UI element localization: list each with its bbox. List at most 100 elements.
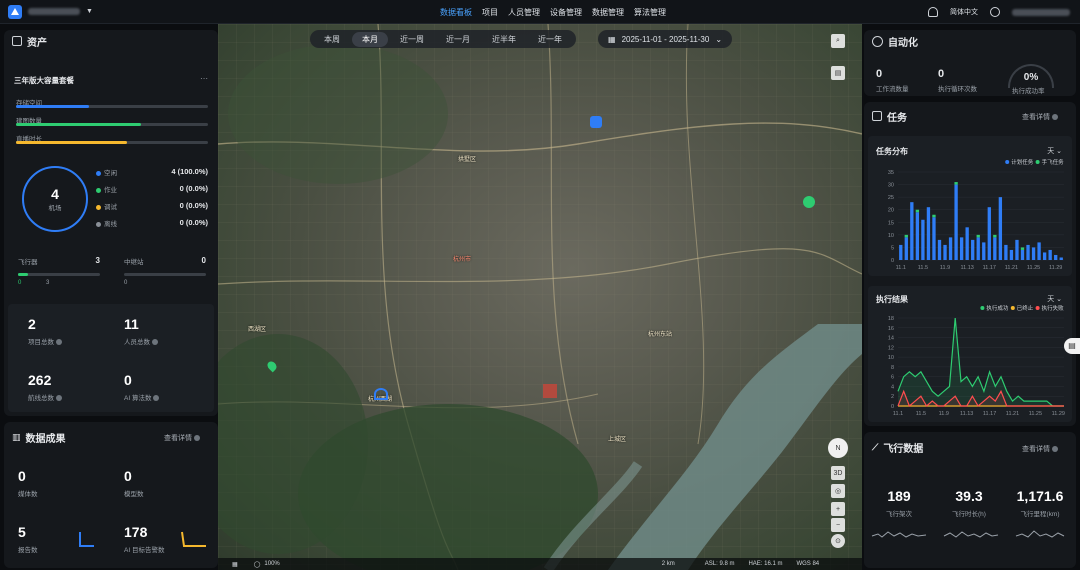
logo-icon bbox=[8, 4, 22, 19]
tab-this-week[interactable]: 本周 bbox=[314, 32, 350, 47]
storage-bar-fill bbox=[16, 105, 89, 108]
total-people: 11 人员总数 bbox=[124, 316, 158, 346]
status-row: 空闲 4 (100.0%) bbox=[96, 167, 208, 184]
airport-status-list: 空闲 4 (100.0%) 作业 0 (0.0%) 调试 0 (0.0%) 离线… bbox=[96, 167, 208, 235]
flight-panel: ⟋ 飞行数据 查看详情 189 飞行架次 39.3 飞行时长(h) 1,171.… bbox=[864, 432, 1076, 568]
grid-icon[interactable]: ▦ bbox=[232, 561, 238, 568]
user-icon[interactable] bbox=[990, 7, 1000, 17]
result-ai-alerts: 178 AI 目标告警数 bbox=[124, 524, 164, 554]
flight-value: 1,171.6 bbox=[1016, 488, 1064, 504]
bar bbox=[1009, 249, 1014, 260]
result-value: 178 bbox=[124, 524, 148, 540]
bar bbox=[1048, 249, 1052, 260]
unit-text: 天 bbox=[1047, 296, 1055, 303]
total-projects: 2 项目总数 bbox=[28, 316, 62, 346]
tab-last-week[interactable]: 近一周 bbox=[390, 32, 434, 47]
info-icon[interactable] bbox=[152, 339, 158, 346]
layers-icon[interactable]: ▤ bbox=[831, 66, 845, 80]
assets-panel: 资产 三年版大容量套餐 ⋯ 存储空间 建图数量 直播时长 4 机场 空闲 4 (… bbox=[4, 30, 218, 416]
tab-last-month[interactable]: 近一月 bbox=[436, 32, 480, 47]
zoom-out-button[interactable]: − bbox=[831, 518, 845, 532]
map-status-bar: ▦ ◯ 100% 2 km ASL: 9.8 m HAE: 16.1 m WGS… bbox=[218, 558, 862, 570]
info-icon[interactable] bbox=[153, 395, 160, 402]
date-range-picker[interactable]: ▦ 2025-11-01 - 2025-11-30 ⌄ bbox=[598, 30, 733, 48]
result-value: 5 bbox=[18, 524, 26, 540]
tab-last-half-year[interactable]: 近半年 bbox=[482, 32, 526, 47]
bar bbox=[915, 212, 920, 260]
locate-icon[interactable]: ◎ bbox=[831, 484, 845, 498]
nav-people[interactable]: 人员管理 bbox=[508, 7, 540, 18]
assets-icon bbox=[12, 36, 22, 46]
aircraft-count: 3 bbox=[95, 256, 100, 265]
tab-this-month[interactable]: 本月 bbox=[352, 31, 388, 47]
bar bbox=[1020, 247, 1025, 250]
more-icon[interactable]: ⋯ bbox=[200, 74, 208, 83]
airport-marker-icon[interactable] bbox=[374, 388, 388, 400]
flight-more-link[interactable]: 查看详情 bbox=[1022, 444, 1058, 454]
aircraft-bar bbox=[18, 273, 100, 276]
nav-algorithms[interactable]: 算法管理 bbox=[634, 7, 666, 18]
bar bbox=[1026, 244, 1030, 260]
map-label: 杭州市 bbox=[453, 257, 472, 263]
info-icon[interactable] bbox=[56, 395, 62, 402]
bar bbox=[987, 207, 991, 260]
x-tick-label: 11.1 bbox=[893, 411, 903, 417]
bar bbox=[982, 242, 986, 260]
search-icon[interactable]: ⌕ bbox=[831, 34, 845, 48]
result-unit-select[interactable]: 天 ⌄ bbox=[1047, 294, 1062, 304]
org-switcher[interactable]: ▼ bbox=[0, 4, 200, 19]
user-name-redacted[interactable] bbox=[1012, 8, 1070, 16]
language-select[interactable]: 简体中文 bbox=[950, 7, 978, 17]
zoom-in-button[interactable]: + bbox=[831, 502, 845, 516]
total-label: 人员总数 bbox=[124, 339, 150, 346]
y-tick-label: 35 bbox=[888, 170, 894, 176]
bar bbox=[910, 202, 914, 260]
unit-text: 天 bbox=[1047, 148, 1055, 155]
status-label: 离线 bbox=[104, 221, 117, 228]
legend-dot bbox=[1005, 160, 1010, 164]
tasks-more-link[interactable]: 查看详情 bbox=[1022, 112, 1058, 122]
aircraft-bar-fill bbox=[18, 273, 28, 276]
status-dot bbox=[96, 170, 101, 176]
y-tick-label: 14 bbox=[888, 336, 894, 342]
reset-view-icon[interactable]: ⊙ bbox=[831, 534, 845, 548]
3d-toggle-button[interactable]: 3D bbox=[831, 466, 845, 480]
bar bbox=[921, 219, 925, 260]
nav-data[interactable]: 数据管理 bbox=[592, 7, 624, 18]
results-title: 数据成果 bbox=[25, 433, 66, 445]
arrow-right-icon bbox=[194, 435, 200, 442]
info-icon[interactable] bbox=[56, 339, 62, 346]
nav-dashboard[interactable]: 数据看板 bbox=[440, 7, 472, 18]
map-label: 西湖区 bbox=[248, 327, 267, 333]
distribution-unit-select[interactable]: 天 ⌄ bbox=[1047, 146, 1062, 156]
x-tick-label: 11.13 bbox=[960, 265, 973, 271]
chat-icon[interactable]: ▤ bbox=[1064, 338, 1080, 354]
compass-icon[interactable]: N bbox=[828, 438, 848, 458]
bar bbox=[998, 197, 1003, 260]
flight-title: 飞行数据 bbox=[883, 443, 924, 455]
tasks-title: 任务 bbox=[887, 112, 907, 124]
tab-last-year[interactable]: 近一年 bbox=[528, 32, 572, 47]
status-label: 空闲 bbox=[104, 170, 117, 177]
x-tick-label: 11.13 bbox=[960, 411, 973, 417]
y-tick-label: 4 bbox=[891, 384, 894, 390]
y-tick-label: 0 bbox=[891, 404, 894, 410]
bell-icon[interactable] bbox=[928, 7, 938, 17]
nav-devices[interactable]: 设备管理 bbox=[550, 7, 582, 18]
total-label: 航线总数 bbox=[28, 395, 54, 402]
nav-projects[interactable]: 项目 bbox=[482, 7, 498, 18]
bar bbox=[1015, 239, 1019, 260]
total-routes: 262 航线总数 bbox=[28, 372, 62, 402]
satellite-map[interactable]: 本周 本月 近一周 近一月 近半年 近一年 ▦ 2025-11-01 - 202… bbox=[218, 24, 862, 570]
device-marker-icon[interactable] bbox=[803, 196, 815, 208]
bar bbox=[932, 214, 936, 218]
x-tick-label: 11.25 bbox=[1027, 265, 1040, 271]
results-more-link[interactable]: 查看详情 bbox=[164, 433, 200, 443]
airport-marker-icon[interactable] bbox=[590, 116, 602, 128]
legend-label: 执行失败 bbox=[1042, 304, 1065, 312]
storage-bar bbox=[16, 105, 208, 108]
chevron-down-icon: ▼ bbox=[86, 8, 93, 15]
legend-dot bbox=[1035, 306, 1040, 310]
alert-area-icon[interactable] bbox=[543, 384, 557, 398]
main-nav: 数据看板 项目 人员管理 设备管理 数据管理 算法管理 bbox=[440, 0, 666, 24]
